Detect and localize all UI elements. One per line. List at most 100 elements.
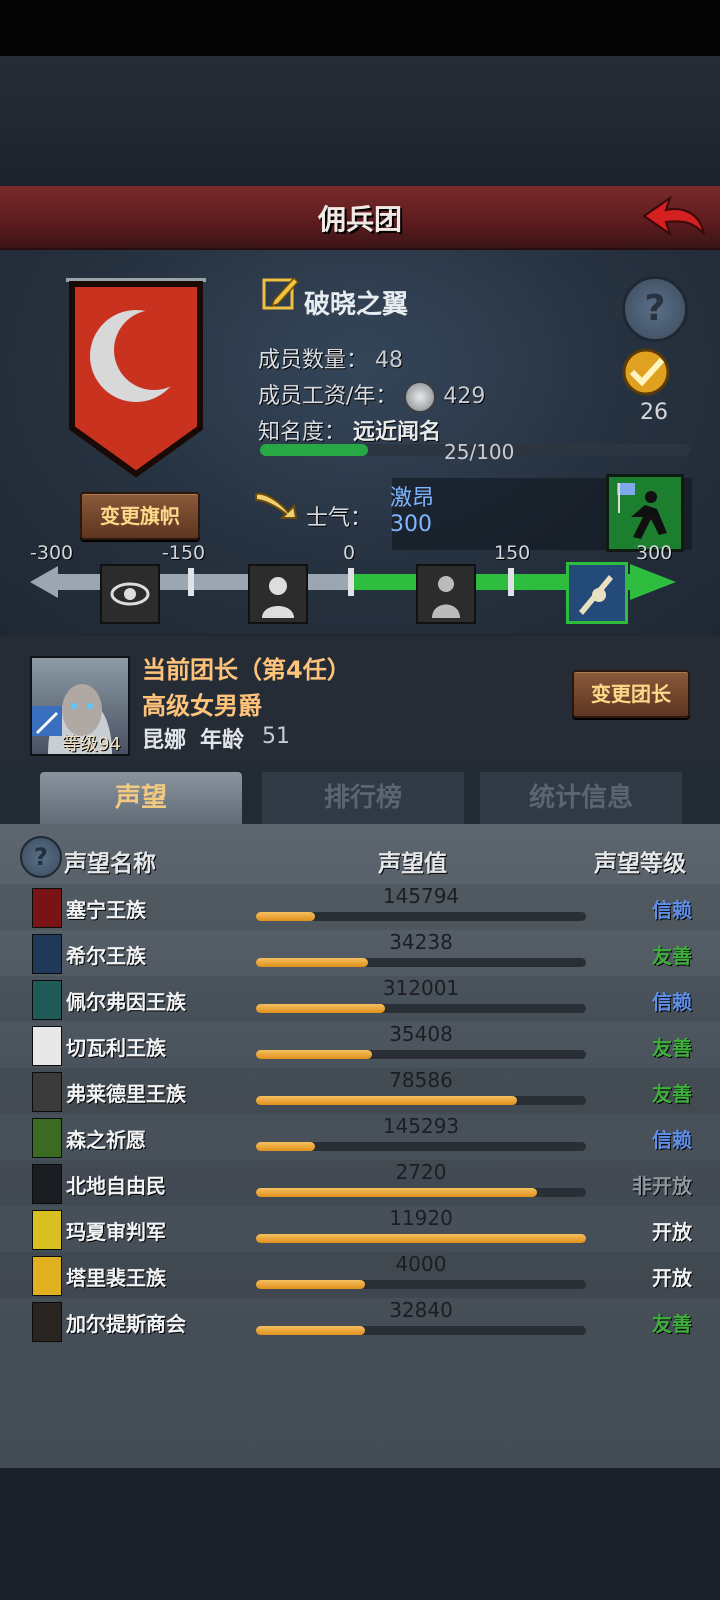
- prestige-level: 友善: [652, 1036, 692, 1060]
- prestige-bar-fill: [256, 1004, 385, 1013]
- table-row[interactable]: 希尔王族 34238 友善: [0, 930, 720, 976]
- faction-name: 切瓦利王族: [66, 1036, 166, 1060]
- prestige-bar-fill: [256, 1188, 537, 1197]
- salary-row: 成员工资/年： 429: [258, 378, 485, 413]
- help-icon[interactable]: ?: [622, 276, 688, 342]
- badge-count: 26: [640, 400, 668, 425]
- prestige-value: 34238: [389, 930, 453, 954]
- prestige-bar: [256, 1234, 586, 1243]
- prestige-value: 145293: [382, 1114, 460, 1138]
- morale-label: 士气：: [306, 506, 373, 531]
- prestige-bar-fill: [256, 1096, 517, 1105]
- scale-tick-label: 0: [343, 542, 356, 564]
- prestige-level: 信赖: [652, 898, 692, 922]
- table-row[interactable]: 加尔提斯商会 32840 友善: [0, 1298, 720, 1344]
- silver-coin-icon: [404, 381, 437, 413]
- prestige-bar-fill: [256, 1326, 365, 1335]
- prestige-value: 35408: [389, 1022, 453, 1046]
- table-row[interactable]: 切瓦利王族 35408 友善: [0, 1022, 720, 1068]
- leader-level: 等级94: [62, 734, 121, 755]
- prestige-bar-fill: [256, 1142, 316, 1151]
- morale-level-icon[interactable]: [248, 564, 308, 624]
- top-background: [0, 56, 720, 186]
- faction-crest-icon: [32, 1302, 62, 1342]
- prestige-bar: [256, 1326, 586, 1335]
- prestige-bar-fill: [256, 1234, 586, 1243]
- morale-name: 激昂: [390, 486, 435, 511]
- faction-name: 加尔提斯商会: [66, 1312, 186, 1336]
- faction-crest-icon: [32, 1026, 62, 1066]
- prestige-level: 友善: [652, 1082, 692, 1106]
- status-bar-area: [0, 0, 720, 56]
- faction-crest-icon: [32, 934, 62, 974]
- prestige-level: 友善: [652, 1312, 692, 1336]
- faction-crest-icon: [32, 980, 62, 1020]
- horn-icon: [255, 492, 298, 519]
- faction-name: 北地自由民: [66, 1174, 166, 1198]
- column-header-level: 声望等级: [594, 851, 686, 877]
- achievement-badge-icon[interactable]: [616, 346, 676, 402]
- table-row[interactable]: 塔里裴王族 4000 开放: [0, 1252, 720, 1298]
- morale-status-icon[interactable]: [606, 474, 684, 552]
- morale-level-icon[interactable]: [100, 564, 160, 624]
- prestige-bar-fill: [256, 1280, 365, 1289]
- prestige-value: 78586: [389, 1068, 453, 1092]
- table-row[interactable]: 弗莱德里王族 78586 友善: [0, 1068, 720, 1114]
- tab-statistics[interactable]: 统计信息: [480, 772, 682, 824]
- faction-name: 佩尔弗因王族: [66, 990, 186, 1014]
- help-icon[interactable]: ?: [20, 836, 62, 878]
- prestige-level: 开放: [652, 1220, 692, 1244]
- prestige-bar-fill: [256, 1050, 372, 1059]
- tab-prestige[interactable]: 声望: [40, 772, 242, 824]
- change-banner-button[interactable]: 变更旗帜: [80, 492, 200, 540]
- faction-name: 森之祈愿: [66, 1128, 146, 1152]
- change-leader-button[interactable]: 变更团长: [572, 670, 690, 718]
- prestige-bar: [256, 1096, 586, 1105]
- edit-pencil-icon[interactable]: [262, 274, 300, 312]
- table-row[interactable]: 北地自由民 2720 非开放: [0, 1160, 720, 1206]
- column-header-value: 声望值: [378, 851, 447, 877]
- morale-value: 300: [390, 512, 432, 537]
- faction-crest-icon: [32, 1210, 62, 1250]
- table-row[interactable]: 佩尔弗因王族 312001 信赖: [0, 976, 720, 1022]
- prestige-bar: [256, 1188, 586, 1197]
- faction-name: 弗莱德里王族: [66, 1082, 186, 1106]
- faction-name: 塔里裴王族: [66, 1266, 166, 1290]
- prestige-bar-fill: [256, 912, 316, 921]
- leader-age-label: 年龄: [200, 728, 245, 753]
- faction-crest-icon: [32, 1256, 62, 1296]
- table-row[interactable]: 森之祈愿 145293 信赖: [0, 1114, 720, 1160]
- prestige-bar: [256, 1004, 586, 1013]
- fame-row: 知名度： 远近闻名: [258, 414, 441, 446]
- prestige-level: 友善: [652, 944, 692, 968]
- leader-title: 当前团长（第4任）: [142, 656, 351, 684]
- title-bar: 佣兵团: [0, 186, 720, 251]
- prestige-bar: [256, 1050, 586, 1059]
- fame-label: 知名度：: [258, 420, 347, 445]
- prestige-bar-fill: [256, 958, 369, 967]
- prestige-value: 4000: [395, 1252, 447, 1276]
- salary-value: 429: [443, 384, 486, 409]
- salary-label: 成员工资/年：: [258, 384, 398, 409]
- faction-name: 希尔王族: [66, 944, 146, 968]
- morale-level-icon-active[interactable]: [566, 562, 628, 624]
- members-row: 成员数量： 48: [258, 342, 403, 374]
- scale-tick-label: 300: [636, 542, 673, 564]
- prestige-bar: [256, 1280, 586, 1289]
- clan-name: 破晓之翼: [304, 290, 409, 320]
- members-value: 48: [375, 348, 404, 373]
- faction-crest-icon: [32, 888, 62, 928]
- faction-crest-icon: [32, 1072, 62, 1112]
- prestige-value: 32840: [389, 1298, 453, 1322]
- prestige-value: 312001: [382, 976, 460, 1000]
- table-row[interactable]: 玛夏审判军 11920 开放: [0, 1206, 720, 1252]
- bottom-background: [0, 1468, 720, 1600]
- clan-banner: [66, 278, 206, 478]
- morale-level-icon[interactable]: [416, 564, 476, 624]
- scale-tick-label: 150: [494, 542, 531, 564]
- table-row[interactable]: 塞宁王族 145794 信赖: [0, 884, 720, 930]
- tab-ranking[interactable]: 排行榜: [262, 772, 464, 824]
- back-arrow-icon[interactable]: [642, 194, 706, 238]
- faction-name: 玛夏审判军: [66, 1220, 166, 1244]
- prestige-bar: [256, 958, 586, 967]
